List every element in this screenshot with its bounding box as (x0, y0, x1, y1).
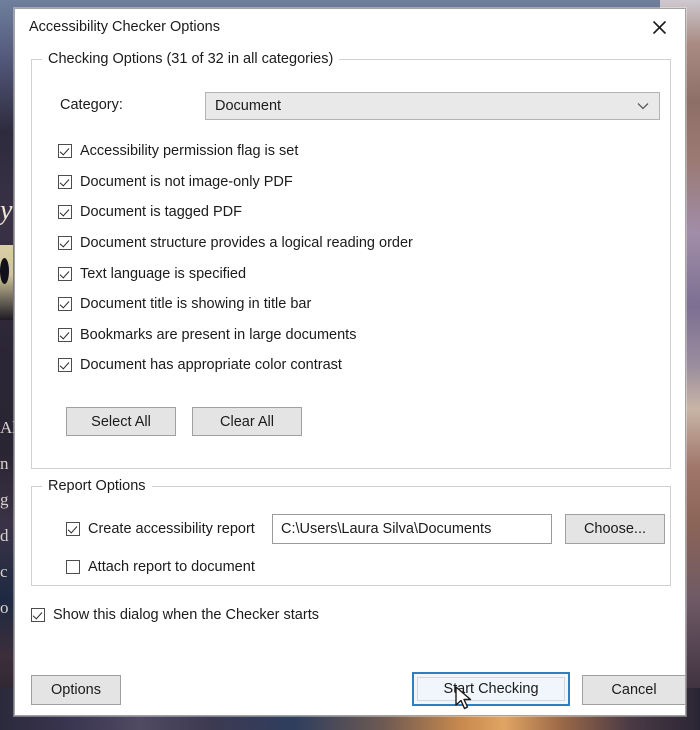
checkbox-icon[interactable] (58, 205, 72, 220)
list-item[interactable]: Document title is showing in title bar (58, 289, 658, 320)
list-item[interactable]: Document is not image-only PDF (58, 167, 658, 198)
attach-report-label: Attach report to document (88, 559, 255, 575)
report-options-group: Report Options Create accessibility repo… (31, 478, 671, 586)
category-row: Category: Document (60, 92, 660, 120)
list-item-label: Document is tagged PDF (80, 204, 242, 221)
options-button[interactable]: Options (31, 675, 121, 705)
list-item-label: Bookmarks are present in large documents (80, 326, 357, 343)
checking-options-list: Accessibility permission flag is set Doc… (58, 136, 658, 381)
create-report-row[interactable]: Create accessibility report (66, 514, 255, 544)
attach-report-row[interactable]: Attach report to document (66, 552, 255, 582)
checking-options-legend: Checking Options (31 of 32 in all catego… (42, 51, 340, 67)
list-item[interactable]: Bookmarks are present in large documents (58, 320, 658, 351)
checkbox-icon[interactable] (66, 560, 80, 574)
checkbox-icon[interactable] (58, 174, 72, 189)
chevron-down-icon (637, 103, 649, 110)
list-item-label: Document has appropriate color contrast (80, 357, 342, 374)
create-report-label: Create accessibility report (88, 521, 255, 537)
category-dropdown[interactable]: Document (205, 92, 660, 120)
close-icon[interactable] (639, 12, 679, 42)
checkbox-icon[interactable] (58, 327, 72, 342)
background-text-line-4: c (0, 562, 8, 581)
background-figure (0, 258, 9, 284)
list-item[interactable]: Document structure provides a logical re… (58, 228, 658, 259)
checkbox-icon[interactable] (58, 144, 72, 159)
accessibility-checker-options-dialog: Accessibility Checker Options Checking O… (14, 8, 686, 716)
list-item[interactable]: Document has appropriate color contrast (58, 350, 658, 381)
dialog-titlebar: Accessibility Checker Options (15, 9, 685, 45)
background-text-line-3: d (0, 526, 9, 545)
category-label: Category: (60, 97, 123, 113)
list-item-label: Text language is specified (80, 265, 247, 282)
report-path-input[interactable]: C:\Users\Laura Silva\Documents (272, 514, 552, 544)
background-text-line-2: g (0, 490, 9, 509)
checkbox-icon[interactable] (58, 297, 72, 312)
background-script-glyph: y (0, 195, 13, 226)
list-item-label: Document is not image-only PDF (80, 173, 293, 190)
checkbox-icon[interactable] (31, 608, 45, 622)
list-item-label: Accessibility permission flag is set (80, 143, 299, 160)
report-options-legend: Report Options (42, 478, 152, 494)
checkbox-icon[interactable] (58, 358, 72, 373)
cancel-button[interactable]: Cancel (582, 675, 686, 705)
checking-options-group: Checking Options (31 of 32 in all catego… (31, 51, 671, 469)
checkbox-icon[interactable] (58, 236, 72, 251)
list-item[interactable]: Document is tagged PDF (58, 197, 658, 228)
list-item[interactable]: Text language is specified (58, 258, 658, 289)
category-selected-value: Document (215, 98, 282, 114)
background-text-line-1: n (0, 454, 9, 473)
footer-divider (15, 659, 685, 660)
start-checking-button[interactable]: Start Checking (412, 672, 570, 706)
background-text-line-5: o (0, 598, 9, 617)
show-dialog-label: Show this dialog when the Checker starts (53, 607, 319, 623)
list-item-label: Document structure provides a logical re… (80, 235, 413, 252)
dialog-title: Accessibility Checker Options (29, 19, 220, 35)
show-dialog-row[interactable]: Show this dialog when the Checker starts (31, 604, 319, 626)
choose-button[interactable]: Choose... (565, 514, 665, 544)
start-checking-label: Start Checking (443, 681, 539, 697)
select-all-button[interactable]: Select All (66, 407, 176, 436)
checkbox-icon[interactable] (66, 522, 80, 536)
list-item[interactable]: Accessibility permission flag is set (58, 136, 658, 167)
checkbox-icon[interactable] (58, 266, 72, 281)
list-item-label: Document title is showing in title bar (80, 296, 312, 313)
background-text-line-0: Al (0, 418, 14, 437)
clear-all-button[interactable]: Clear All (192, 407, 302, 436)
